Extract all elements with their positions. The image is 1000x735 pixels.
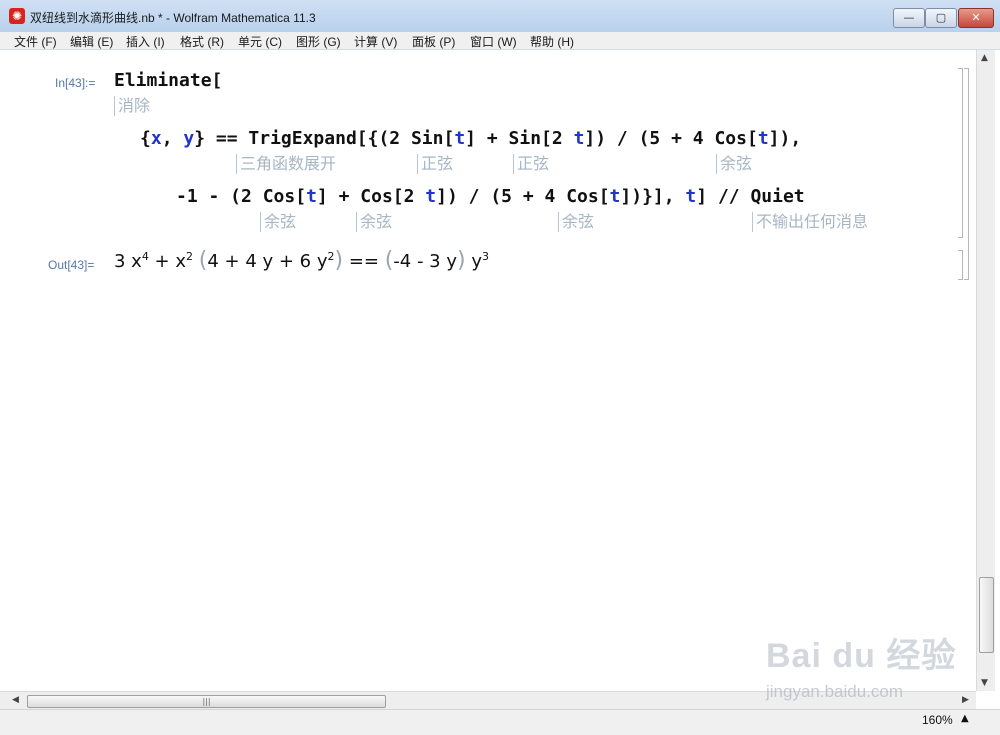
minimize-button[interactable]: —	[893, 8, 925, 28]
menu-format[interactable]: 格式 (R)	[180, 33, 224, 50]
input-label: In[43]:=	[55, 76, 96, 90]
output-term: 4 + 4 y + 6 y	[207, 251, 328, 272]
variable-y: y	[183, 128, 195, 149]
code-text: ]) / (5 + 4	[436, 186, 567, 207]
exponent: 2	[327, 250, 335, 263]
variable-t: t	[425, 186, 437, 207]
vertical-scroll-thumb[interactable]	[979, 577, 994, 653]
code-text: [2	[392, 186, 426, 207]
code-text: [	[443, 128, 455, 149]
output-term: + x	[148, 251, 187, 272]
left-paren: (	[384, 248, 394, 273]
zoom-menu-arrow-icon[interactable]: ▲	[961, 713, 969, 724]
close-button[interactable]: ✕	[958, 8, 994, 28]
notebook-area[interactable]: In[43]:= Eliminate[ 消除 {x, y} == TrigExp…	[0, 50, 976, 691]
function-cos: Cos	[566, 186, 599, 207]
menu-file[interactable]: 文件 (F)	[14, 33, 57, 50]
code-text: [	[746, 128, 758, 149]
function-sin: Sin	[410, 128, 444, 149]
open-bracket: [	[211, 70, 223, 91]
code-comment-cos: 余弦	[716, 154, 752, 174]
function-cos: Cos	[714, 128, 747, 149]
code-text: ,	[161, 128, 184, 149]
variable-t: t	[609, 186, 621, 207]
code-text: ])}],	[620, 186, 686, 207]
scroll-down-arrow-icon[interactable]: ▼	[981, 678, 988, 688]
variable-t: t	[573, 128, 585, 149]
input-line-3[interactable]: -1 - (2 Cos[t] + Cos[2 t]) / (5 + 4 Cos[…	[176, 186, 805, 207]
zoom-level[interactable]: 160%	[922, 713, 953, 727]
output-term: 3 x	[114, 251, 142, 272]
scroll-up-arrow-icon[interactable]: ▲	[981, 53, 988, 63]
title-bar[interactable]: ✺ 双纽线到水滴形曲线.nb * - Wolfram Mathematica 1…	[0, 0, 1000, 33]
exponent: 4	[141, 250, 149, 263]
menu-help[interactable]: 帮助 (H)	[530, 33, 574, 50]
output-label: Out[43]=	[48, 258, 95, 272]
vertical-scrollbar[interactable]: ▲ ▼	[976, 50, 995, 691]
code-comment-cos: 余弦	[356, 212, 392, 232]
code-text: [2	[541, 128, 574, 149]
code-text: ]),	[768, 128, 802, 149]
code-text: ] //	[696, 186, 751, 207]
baidu-jingyan-watermark: Bai du 经验 jingyan.baidu.com	[766, 628, 966, 708]
function-cos: Cos	[360, 186, 393, 207]
code-comment-sin: 正弦	[513, 154, 549, 174]
menu-bar: 文件 (F) 编辑 (E) 插入 (I) 格式 (R) 单元 (C) 图形 (G…	[0, 32, 1000, 50]
code-text: ] +	[316, 186, 361, 207]
code-comment-sin: 正弦	[417, 154, 453, 174]
output-expression: 3 x4 + x2 (4 + 4 y + 6 y2) == (-4 - 3 y)…	[114, 248, 489, 273]
scroll-left-arrow-icon[interactable]: ◀	[12, 695, 19, 705]
watermark-logo: Bai du 经验	[766, 637, 957, 675]
variable-t: t	[306, 186, 317, 207]
group-cell-bracket[interactable]	[964, 68, 969, 280]
menu-palettes[interactable]: 面板 (P)	[412, 33, 455, 50]
horizontal-scroll-thumb[interactable]: |||	[27, 695, 386, 708]
maximize-button[interactable]: ▢	[925, 8, 957, 28]
code-text: -1 - (2	[176, 186, 263, 207]
mathematica-window: ✺ 双纽线到水滴形曲线.nb * - Wolfram Mathematica 1…	[0, 0, 1000, 735]
code-text: ] +	[465, 128, 509, 149]
code-text: [	[295, 186, 307, 207]
output-term: y	[465, 251, 482, 272]
equals-sign: ==	[343, 251, 385, 272]
code-text: } ==	[194, 128, 249, 149]
right-paren: )	[334, 248, 344, 273]
variable-t: t	[454, 128, 466, 149]
exponent: 3	[481, 250, 489, 263]
code-text: {	[140, 128, 151, 149]
menu-insert[interactable]: 插入 (I)	[126, 33, 165, 50]
code-text: [{(2	[356, 128, 411, 149]
status-bar: 160% ▲	[0, 709, 1000, 735]
output-term: -4 - 3 y	[393, 251, 458, 272]
code-comment-trigexpand: 三角函数展开	[236, 154, 336, 174]
code-comment-eliminate: 消除	[114, 96, 150, 116]
function-trigexpand: TrigExpand	[248, 128, 357, 149]
code-text: ]) / (5 + 4	[584, 128, 715, 149]
menu-edit[interactable]: 编辑 (E)	[70, 33, 113, 50]
variable-x: x	[150, 128, 162, 149]
output-cell-bracket[interactable]	[958, 250, 963, 280]
code-comment-cos: 余弦	[558, 212, 594, 232]
right-paren: )	[457, 248, 466, 273]
function-quiet: Quiet	[750, 186, 805, 207]
menu-window[interactable]: 窗口 (W)	[470, 33, 517, 50]
watermark-url: jingyan.baidu.com	[766, 682, 904, 701]
function-sin: Sin	[508, 128, 542, 149]
menu-graphics[interactable]: 图形 (G)	[296, 33, 341, 50]
input-cell-bracket[interactable]	[958, 68, 963, 238]
window-title: 双纽线到水滴形曲线.nb * - Wolfram Mathematica 11.…	[30, 11, 316, 25]
code-comment-quiet: 不输出任何消息	[752, 212, 868, 232]
input-line-1[interactable]: Eliminate[	[114, 70, 222, 91]
function-eliminate: Eliminate	[114, 70, 212, 91]
menu-evaluation[interactable]: 计算 (V)	[354, 33, 397, 50]
code-comment-cos: 余弦	[260, 212, 296, 232]
function-cos: Cos	[262, 186, 296, 207]
code-text: [	[598, 186, 610, 207]
input-line-2[interactable]: {x, y} == TrigExpand[{(2 Sin[t] + Sin[2 …	[140, 128, 801, 149]
variable-t: t	[685, 186, 697, 207]
menu-cell[interactable]: 单元 (C)	[238, 33, 282, 50]
exponent: 2	[186, 250, 194, 263]
variable-t: t	[757, 128, 769, 149]
mathematica-icon: ✺	[9, 8, 25, 24]
